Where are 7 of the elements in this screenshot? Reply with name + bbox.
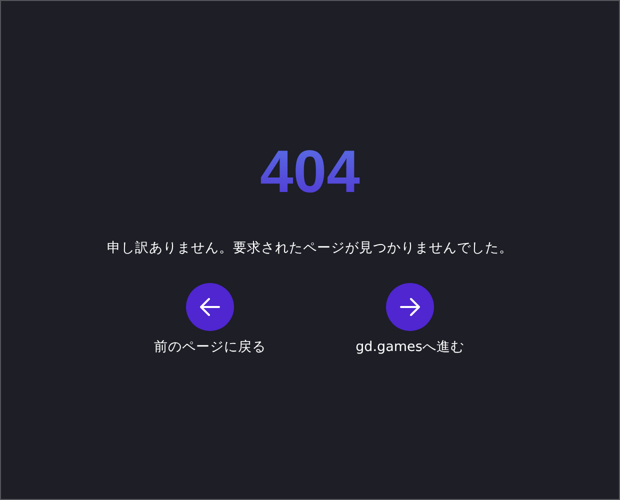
- back-button[interactable]: [186, 283, 234, 331]
- error-message: 申し訳ありません。要求されたページが見つかりませんでした。: [107, 239, 513, 257]
- action-label[interactable]: 前のページに戻る: [154, 338, 266, 356]
- action-label[interactable]: gd.gamesへ進む: [356, 338, 464, 356]
- arrow-left-icon: [200, 298, 220, 316]
- arrow-right-icon: [400, 298, 420, 316]
- forward-button[interactable]: [386, 283, 434, 331]
